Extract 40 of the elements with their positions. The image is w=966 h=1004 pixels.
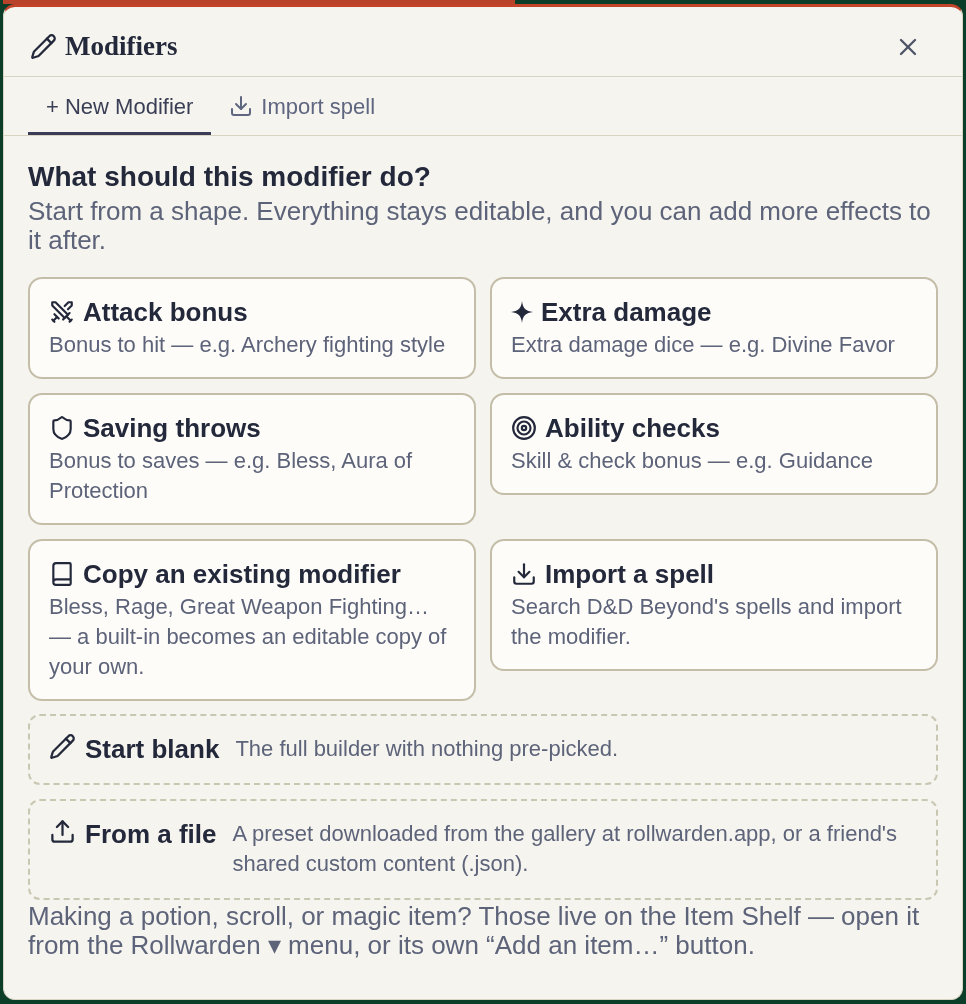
- footnote-text: Making a potion, scroll, or magic item? Those live on the Item Shelf — open it from the Rollwarden ▾ menu, or its own “Add an item…” button.: [28, 902, 921, 960]
- option-description: The full builder with nothing pre-picked.: [235, 735, 619, 763]
- card-title: Saving throws: [83, 413, 261, 443]
- option-row[interactable]: Start blank The full builder with nothing pre-picked.: [28, 714, 938, 785]
- option-title: From a file: [85, 819, 217, 849]
- card-title: Extra damage: [541, 297, 712, 327]
- download-icon: [511, 561, 537, 587]
- crossed-swords-icon: [49, 299, 75, 325]
- card-title: Import a spell: [545, 559, 715, 589]
- shield-icon: [49, 415, 75, 441]
- download-icon: [229, 94, 254, 118]
- pencil-icon: [49, 733, 76, 760]
- pencil-icon: [30, 33, 57, 60]
- dialog-title: Modifiers: [65, 30, 178, 64]
- book-icon: [49, 561, 75, 587]
- card-title: Ability checks: [545, 413, 720, 443]
- target-icon: [511, 415, 537, 441]
- card-description: Search D&D Beyond's spells and import the modifier.: [511, 593, 903, 651]
- option-card[interactable]: Extra damage Extra damage dice — e.g. Divine Favor: [490, 277, 938, 379]
- option-card[interactable]: Import a spell Search D&D Beyond's spells and import the modifier.: [490, 539, 938, 671]
- option-card[interactable]: Saving throws Bonus to saves — e.g. Bless, Aura of Protection: [28, 393, 476, 525]
- card-description: Bonus to hit — e.g. Archery fighting style: [49, 331, 446, 359]
- option-title: Start blank: [85, 734, 220, 764]
- card-description: Skill & check bonus — e.g. Guidance: [511, 447, 873, 475]
- card-title: Copy an existing modifier: [83, 559, 401, 589]
- card-description: Bonus to saves — e.g. Bless, Aura of Protection: [49, 447, 414, 505]
- option-card[interactable]: Attack bonus Bonus to hit — e.g. Archery fighting style: [28, 277, 476, 379]
- option-description: A preset downloaded from the gallery at rollwarden.app, or a friend's shared custom content (.json).: [232, 820, 899, 878]
- section-intro: Start from a shape. Everything stays editable, and you can add more effects to it after.: [28, 197, 932, 255]
- option-card[interactable]: Ability checks Skill & check bonus — e.g. Guidance: [490, 393, 938, 495]
- card-description: Extra damage dice — e.g. Divine Favor: [511, 331, 895, 359]
- option-row[interactable]: From a file A preset downloaded from the gallery at rollwarden.app, or a friend's shared custom content (.json).: [28, 799, 938, 900]
- tab[interactable]: + New Modifier: [28, 78, 212, 135]
- card-title: Attack bonus: [83, 297, 248, 327]
- section-heading: What should this modifier do?: [28, 162, 432, 192]
- option-card[interactable]: Copy an existing modifier Bless, Rage, Great Weapon Fighting… — a built-in becomes an editable copy of your own.: [28, 539, 476, 701]
- sparkle-icon: [511, 301, 533, 323]
- tab[interactable]: Import spell: [211, 78, 394, 135]
- card-description: Bless, Rage, Great Weapon Fighting… — a built-in becomes an editable copy of your own.: [49, 593, 448, 681]
- upload-icon: [49, 818, 76, 845]
